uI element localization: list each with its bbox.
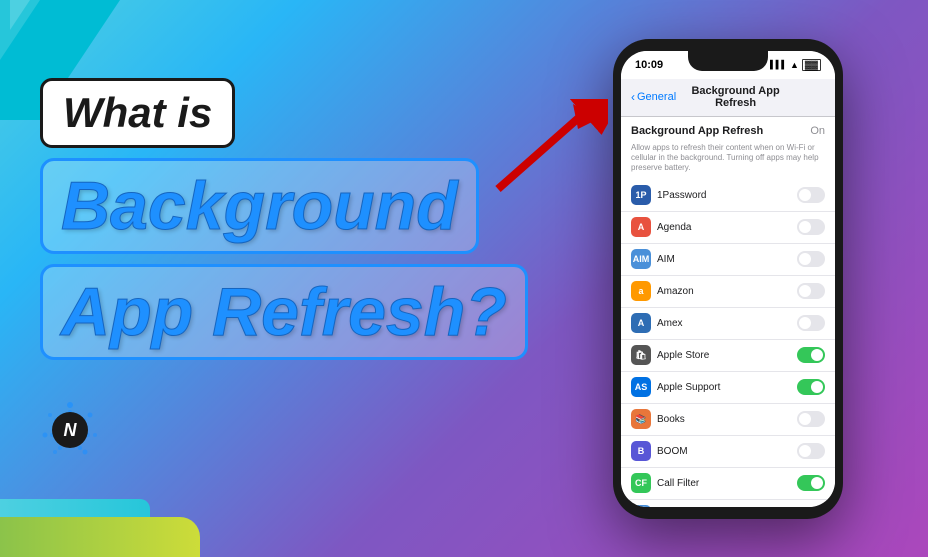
right-phone-area: 10:09 ▌▌▌ ▲ ▓▓ ‹ General Background App … [568, 39, 888, 519]
settings-app-list: 1P 1Password A Agenda AIM AIM a Amazon A Amex 🛍 App… [621, 180, 835, 507]
app-toggle[interactable] [797, 411, 825, 427]
app-icon: C [631, 505, 651, 506]
app-icon: a [631, 281, 651, 301]
app-icon: AIM [631, 249, 651, 269]
phone-notch [688, 51, 768, 71]
app-name: Amex [657, 318, 797, 329]
app-toggle[interactable] [797, 187, 825, 203]
app-name: Books [657, 414, 797, 425]
settings-app-item: A Agenda [621, 212, 835, 244]
nav-title: Background App Refresh [676, 85, 795, 109]
app-icon: CF [631, 473, 651, 493]
logo-svg: N [40, 400, 100, 460]
app-toggle[interactable] [797, 347, 825, 363]
background-text: Background [61, 168, 458, 244]
settings-app-item: 🛍 Apple Store [621, 340, 835, 372]
settings-description: Allow apps to refresh their content when… [621, 141, 835, 180]
app-refresh-text: App Refresh? [61, 274, 507, 350]
phone-mockup: 10:09 ▌▌▌ ▲ ▓▓ ‹ General Background App … [613, 39, 843, 519]
battery-icon: ▓▓ [802, 59, 821, 71]
app-name: Apple Store [657, 350, 797, 361]
settings-app-item: B BOOM [621, 436, 835, 468]
back-label: General [637, 91, 676, 103]
app-icon: A [631, 217, 651, 237]
app-name: AIM [657, 254, 797, 265]
logo-dots: N [40, 400, 100, 460]
app-toggle[interactable] [797, 251, 825, 267]
app-toggle[interactable] [797, 475, 825, 491]
app-name: 1Password [657, 190, 797, 201]
status-time: 10:09 [635, 59, 663, 71]
settings-app-item: AIM AIM [621, 244, 835, 276]
ios-back-button[interactable]: ‹ General [631, 90, 676, 104]
background-box: Background [40, 158, 479, 254]
signal-icon: ▌▌▌ [770, 60, 787, 69]
app-name: Apple Support [657, 382, 797, 393]
app-toggle[interactable] [797, 443, 825, 459]
svg-text:N: N [64, 420, 78, 440]
what-is-text: What is [63, 89, 212, 136]
app-icon: 🛍 [631, 345, 651, 365]
app-name: BOOM [657, 446, 797, 457]
app-refresh-box: App Refresh? [40, 264, 528, 360]
app-name: Call Filter [657, 478, 797, 489]
phone-screen: 10:09 ▌▌▌ ▲ ▓▓ ‹ General Background App … [621, 51, 835, 507]
settings-app-item: A Amex [621, 308, 835, 340]
main-content: What is Background App Refresh? [0, 0, 928, 557]
status-icons: ▌▌▌ ▲ ▓▓ [770, 59, 821, 71]
left-text-area: What is Background App Refresh? [40, 78, 568, 460]
app-icon: 📚 [631, 409, 651, 429]
settings-toggle-state: On [810, 125, 825, 137]
settings-app-item: 1P 1Password [621, 180, 835, 212]
wifi-icon: ▲ [790, 60, 799, 70]
settings-app-item: AS Apple Support [621, 372, 835, 404]
app-icon: A [631, 313, 651, 333]
settings-app-item: CF Call Filter [621, 468, 835, 500]
app-toggle[interactable] [797, 283, 825, 299]
app-toggle[interactable] [797, 379, 825, 395]
app-icon: AS [631, 377, 651, 397]
logo-area: N [40, 400, 100, 460]
settings-main-header: Background App Refresh On [621, 117, 835, 141]
settings-app-item: a Amazon [621, 276, 835, 308]
settings-app-item: 📚 Books [621, 404, 835, 436]
settings-app-item: CCalm [621, 500, 835, 507]
settings-header-title: Background App Refresh [631, 125, 763, 137]
what-is-box: What is [40, 78, 235, 148]
app-toggle[interactable] [797, 315, 825, 331]
app-icon: B [631, 441, 651, 461]
back-chevron: ‹ [631, 90, 635, 104]
app-name: Amazon [657, 286, 797, 297]
app-name: Agenda [657, 222, 797, 233]
app-icon: 1P [631, 185, 651, 205]
ios-nav-bar: ‹ General Background App Refresh [621, 79, 835, 117]
app-toggle[interactable] [797, 219, 825, 235]
